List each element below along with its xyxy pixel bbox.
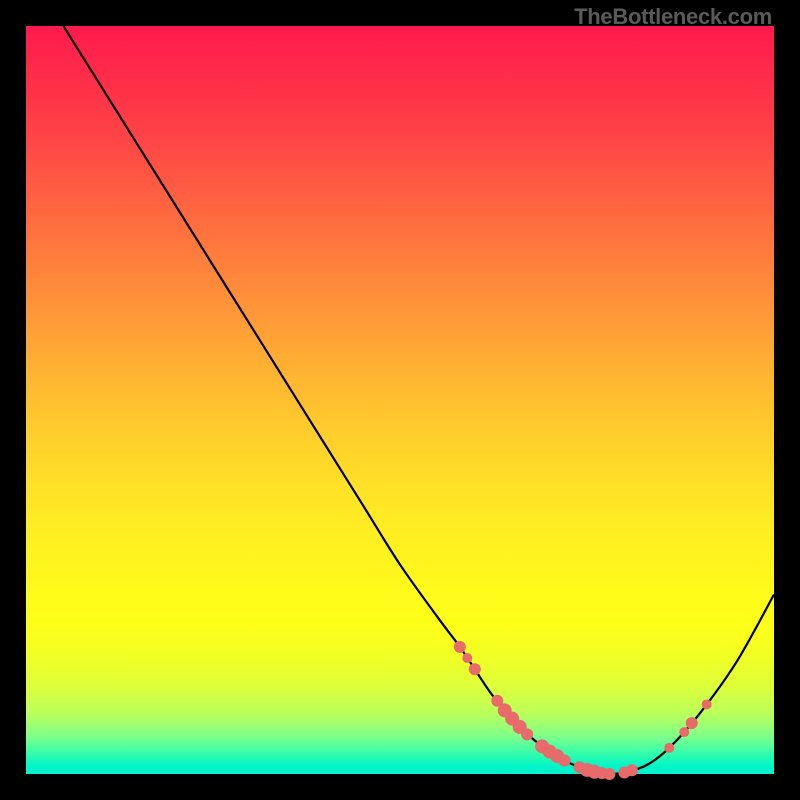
watermark-text: TheBottleneck.com (574, 4, 772, 30)
outer-frame (0, 0, 800, 800)
